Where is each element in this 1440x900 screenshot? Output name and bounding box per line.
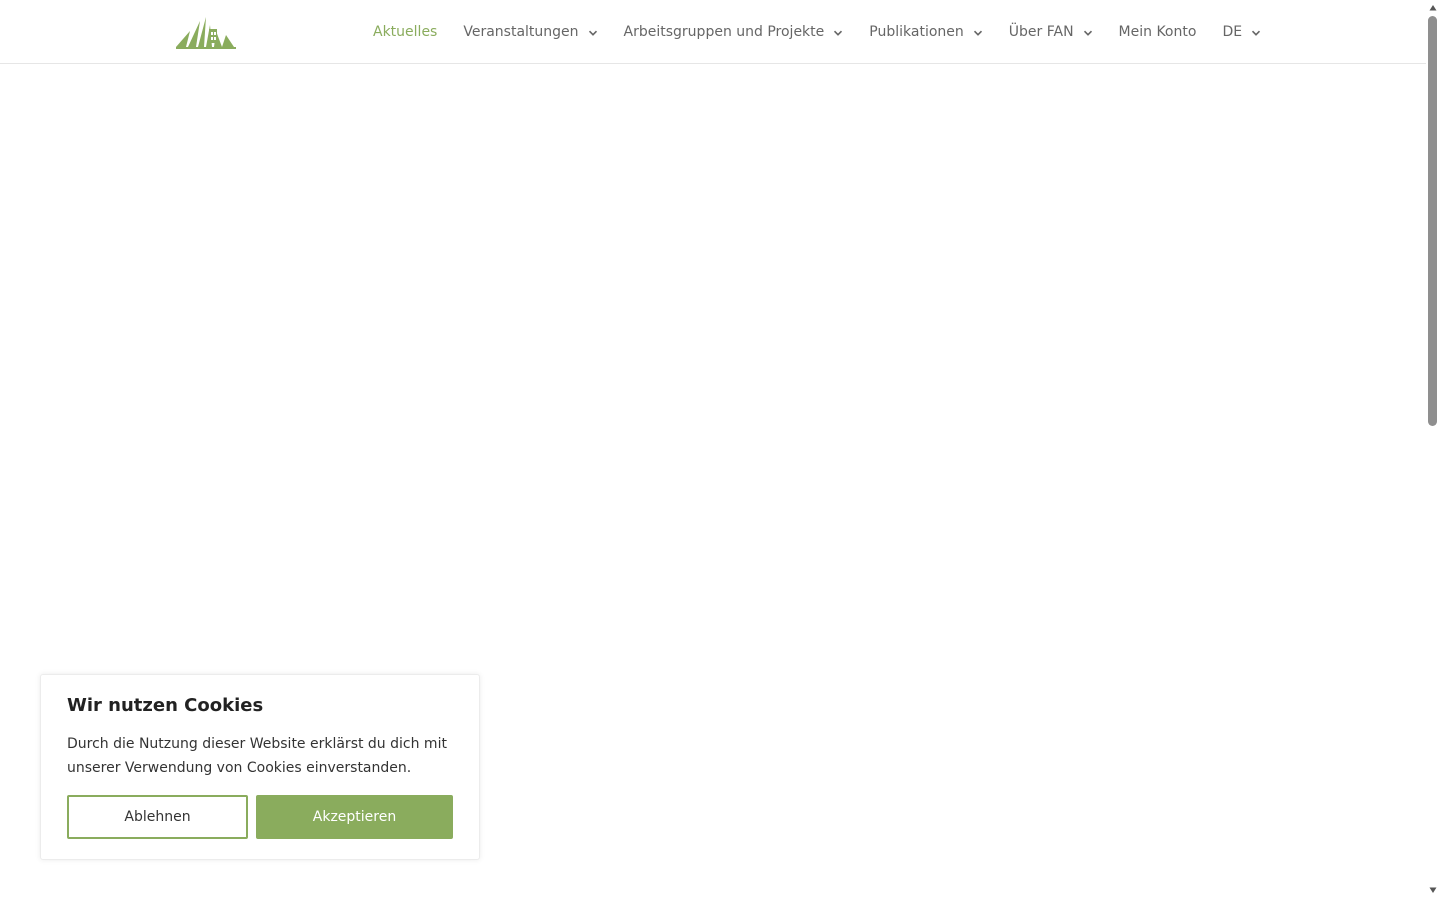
nav-item-label: Publikationen — [869, 24, 964, 40]
chevron-down-icon — [588, 28, 598, 38]
nav-item-label: Über FAN — [1008, 24, 1074, 40]
chevron-down-icon — [1251, 28, 1261, 38]
chevron-down-icon — [973, 28, 983, 38]
nav-item-ueber-fan[interactable]: Über FAN — [1009, 24, 1093, 40]
nav-item-label: Aktuelles — [373, 24, 438, 40]
nav-item-veranstaltungen[interactable]: Veranstaltungen — [463, 24, 597, 40]
nav-item-label: Arbeitsgruppen und Projekte — [623, 24, 825, 40]
scrollbar-thumb[interactable] — [1428, 16, 1437, 426]
nav-item-publikationen[interactable]: Publikationen — [869, 24, 982, 40]
nav-item-arbeitsgruppen[interactable]: Arbeitsgruppen und Projekte — [624, 24, 844, 40]
scroll-down-arrow-icon[interactable] — [1429, 886, 1437, 894]
nav-item-aktuelles[interactable]: Aktuelles — [373, 24, 437, 40]
page: Aktuelles Veranstaltungen Arbeitsgruppen… — [0, 0, 1440, 900]
page-scrollbar[interactable] — [1426, 0, 1440, 900]
chevron-down-icon — [1083, 28, 1093, 38]
main-navigation: Aktuelles Veranstaltungen Arbeitsgruppen… — [373, 0, 1261, 64]
scroll-up-arrow-icon[interactable] — [1429, 4, 1437, 12]
nav-item-mein-konto[interactable]: Mein Konto — [1119, 24, 1197, 40]
accept-cookies-button[interactable]: Akzeptieren — [256, 795, 453, 839]
decline-cookies-button[interactable]: Ablehnen — [67, 795, 248, 839]
cookie-consent-banner: Wir nutzen Cookies Durch die Nutzung die… — [40, 674, 480, 860]
cookie-banner-title: Wir nutzen Cookies — [67, 695, 264, 716]
language-switcher[interactable]: DE — [1222, 24, 1261, 40]
language-label: DE — [1222, 24, 1243, 40]
nav-item-label: Mein Konto — [1118, 24, 1197, 40]
site-header: Aktuelles Veranstaltungen Arbeitsgruppen… — [0, 0, 1426, 64]
nav-item-label: Veranstaltungen — [463, 24, 579, 40]
chevron-down-icon — [833, 28, 843, 38]
cookie-banner-text: Durch die Nutzung dieser Website erklärs… — [67, 736, 447, 776]
fan-mountain-logo-icon[interactable] — [176, 15, 236, 49]
